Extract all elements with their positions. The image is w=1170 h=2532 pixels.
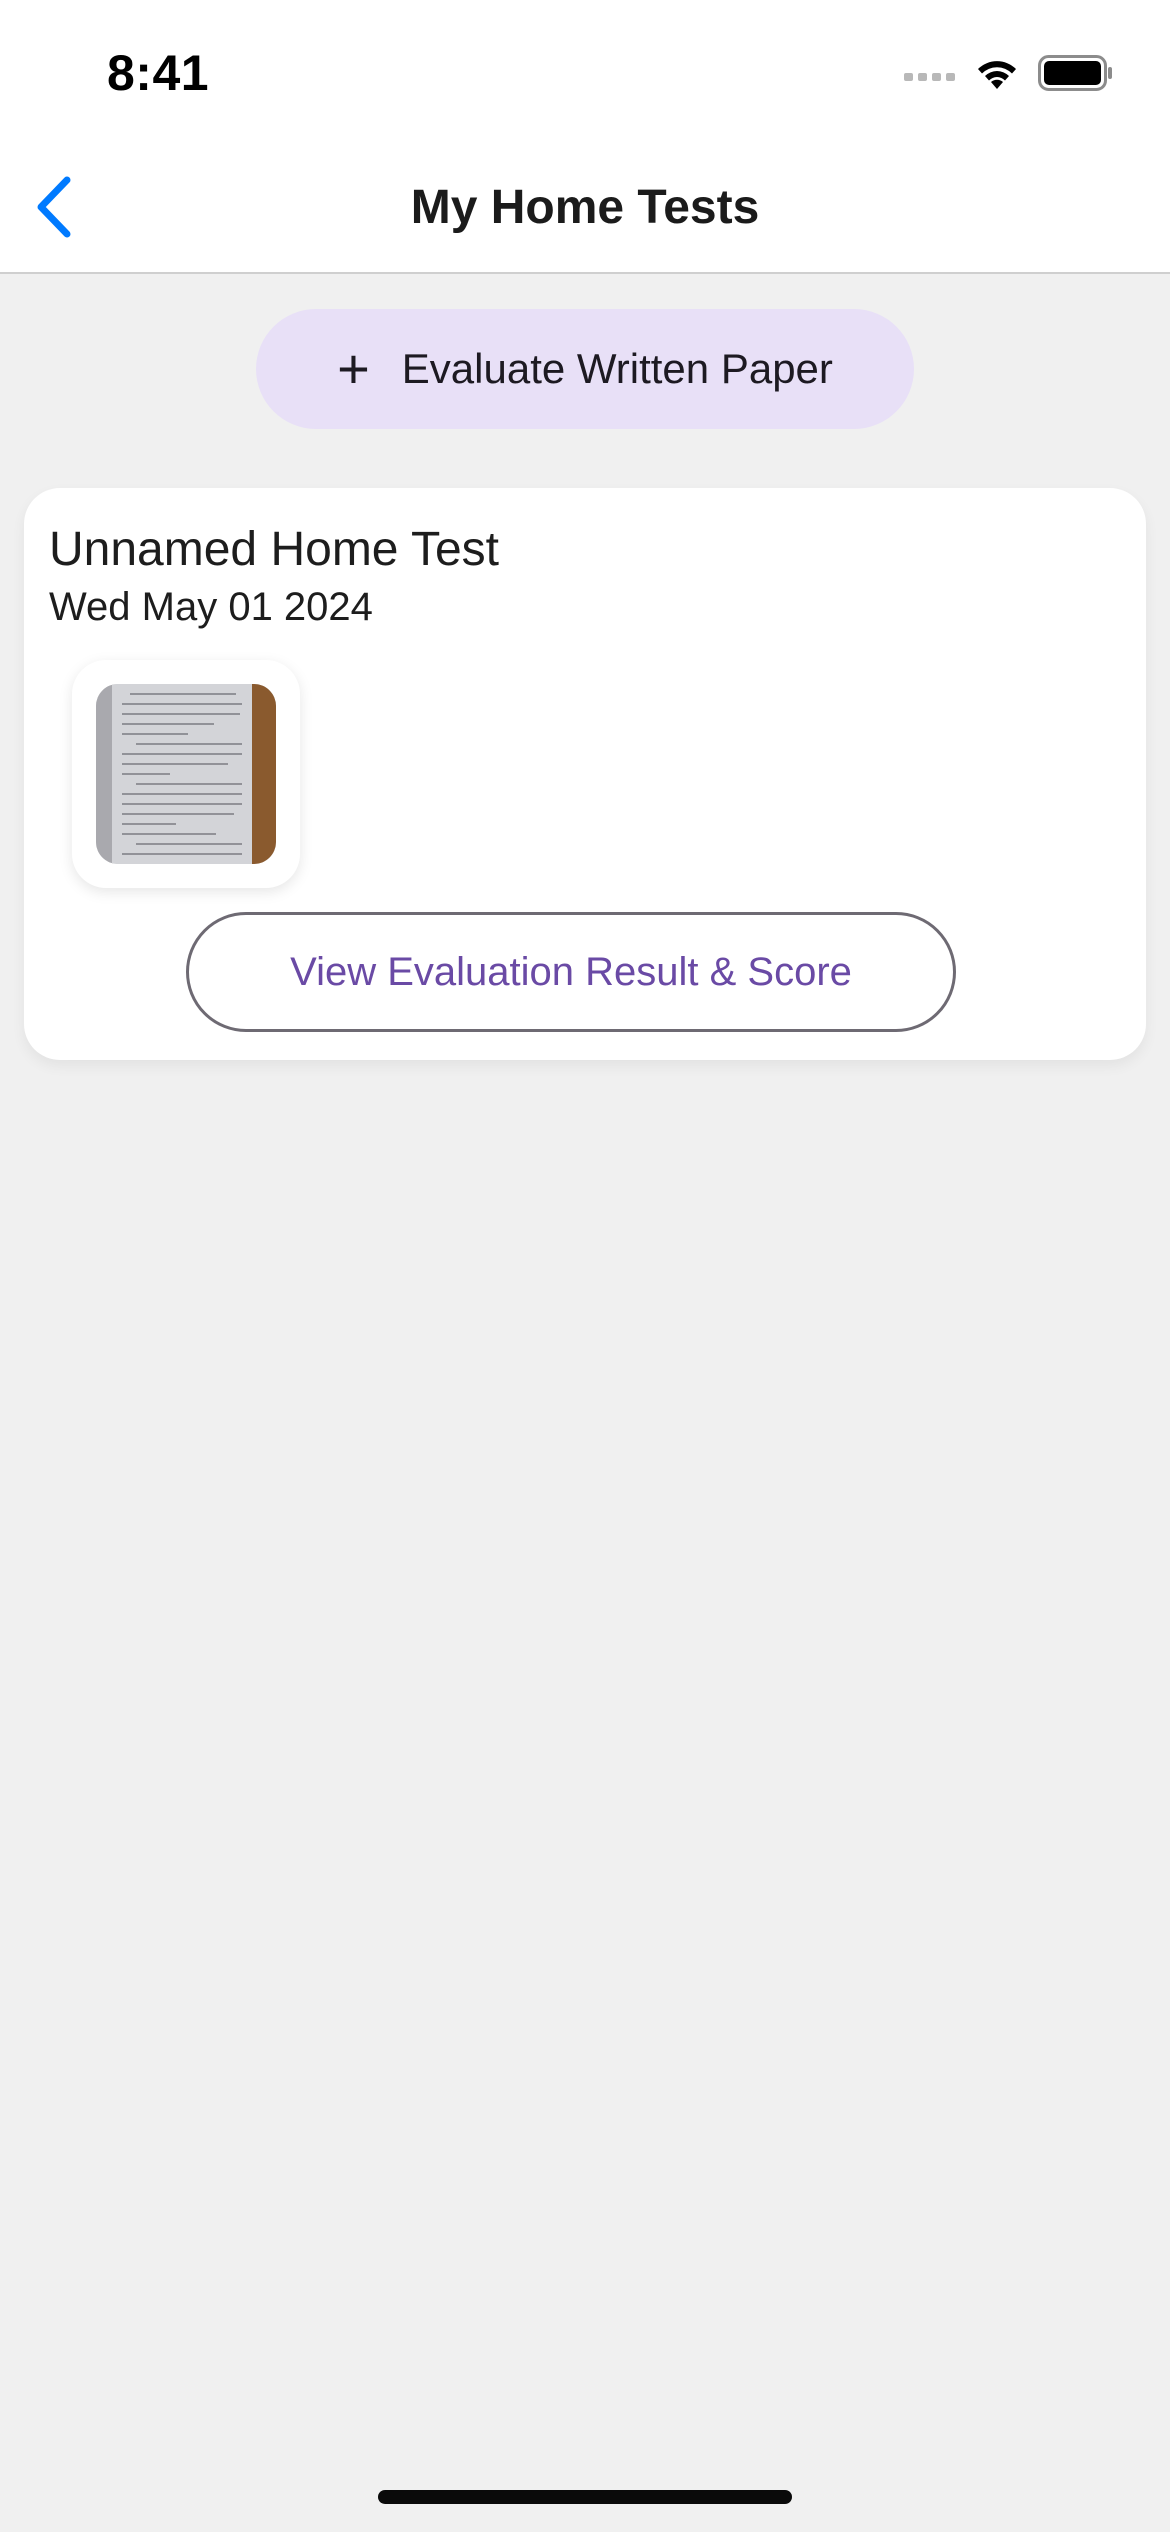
test-date: Wed May 01 2024 [49,585,373,629]
plus-icon: + [337,337,370,400]
evaluate-button-label: Evaluate Written Paper [401,345,833,392]
page-title: My Home Tests [410,181,760,234]
test-title: Unnamed Home Test [49,523,499,576]
home-indicator [378,2490,792,2504]
paper-thumbnail[interactable] [72,660,300,888]
wifi-icon [974,55,1020,96]
evaluate-written-paper-button[interactable]: + Evaluate Written Paper [256,309,914,429]
view-evaluation-result-button[interactable]: View Evaluation Result & Score [186,912,956,1032]
home-test-card: Unnamed Home Test Wed May 01 2024 View E… [24,488,1146,1060]
status-bar: 8:41 [0,0,1170,150]
paper-thumbnail-image [96,684,276,864]
signal-icon [904,63,956,88]
status-icons [904,52,1114,98]
status-time: 8:41 [107,45,210,101]
navigation-bar: My Home Tests [0,150,1170,274]
battery-icon [1038,54,1114,96]
